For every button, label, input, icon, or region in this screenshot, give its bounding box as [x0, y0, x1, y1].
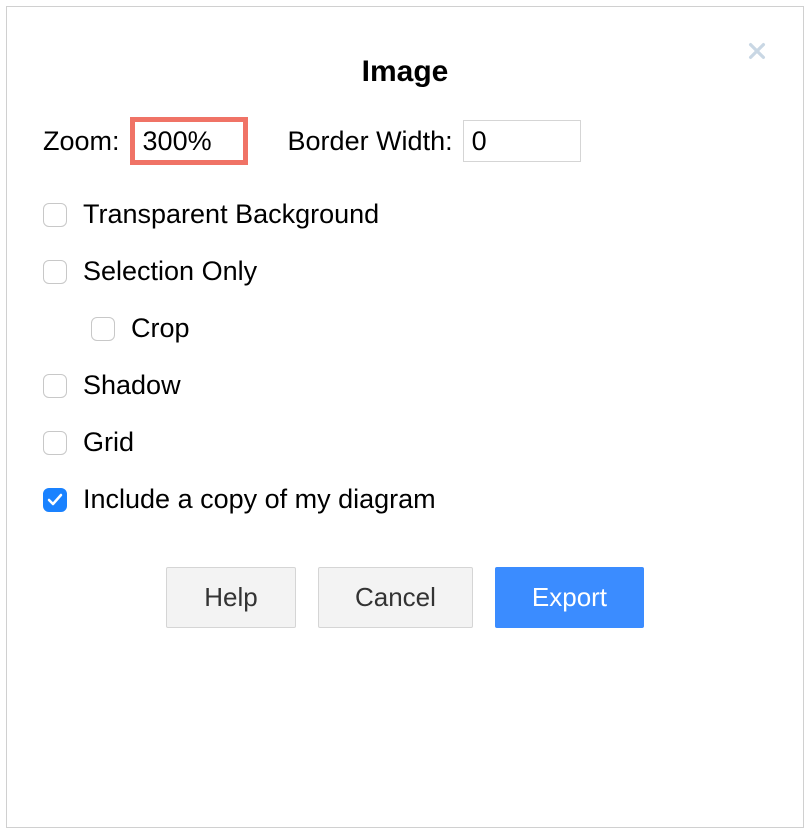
- zoom-label: Zoom:: [43, 126, 120, 157]
- checkbox-row-grid: Grid: [43, 427, 767, 458]
- border-width-input[interactable]: [463, 120, 581, 162]
- transparent-bg-label: Transparent Background: [83, 199, 379, 230]
- checkbox-row-include-copy: Include a copy of my diagram: [43, 484, 767, 515]
- help-button[interactable]: Help: [166, 567, 296, 628]
- include-copy-label: Include a copy of my diagram: [83, 484, 436, 515]
- button-row: Help Cancel Export: [43, 567, 767, 628]
- zoom-input[interactable]: [135, 122, 243, 160]
- checkbox-row-shadow: Shadow: [43, 370, 767, 401]
- crop-checkbox[interactable]: [91, 317, 115, 341]
- grid-label: Grid: [83, 427, 134, 458]
- selection-only-checkbox[interactable]: [43, 260, 67, 284]
- export-button[interactable]: Export: [495, 567, 644, 628]
- include-copy-checkbox[interactable]: [43, 488, 67, 512]
- crop-label: Crop: [131, 313, 190, 344]
- dialog-title: Image: [43, 55, 767, 89]
- selection-only-label: Selection Only: [83, 256, 257, 287]
- shadow-checkbox[interactable]: [43, 374, 67, 398]
- checkbox-row-transparent: Transparent Background: [43, 199, 767, 230]
- input-row: Zoom: Border Width:: [43, 117, 767, 165]
- zoom-highlight: [130, 117, 248, 165]
- close-icon: [746, 40, 768, 67]
- cancel-button[interactable]: Cancel: [318, 567, 473, 628]
- checkbox-row-crop: Crop: [91, 313, 767, 344]
- transparent-bg-checkbox[interactable]: [43, 203, 67, 227]
- shadow-label: Shadow: [83, 370, 181, 401]
- grid-checkbox[interactable]: [43, 431, 67, 455]
- border-width-label: Border Width:: [288, 126, 453, 157]
- close-button[interactable]: [741, 37, 773, 69]
- checkbox-row-selection: Selection Only: [43, 256, 767, 287]
- export-image-dialog: Image Zoom: Border Width: Transparent Ba…: [6, 6, 804, 828]
